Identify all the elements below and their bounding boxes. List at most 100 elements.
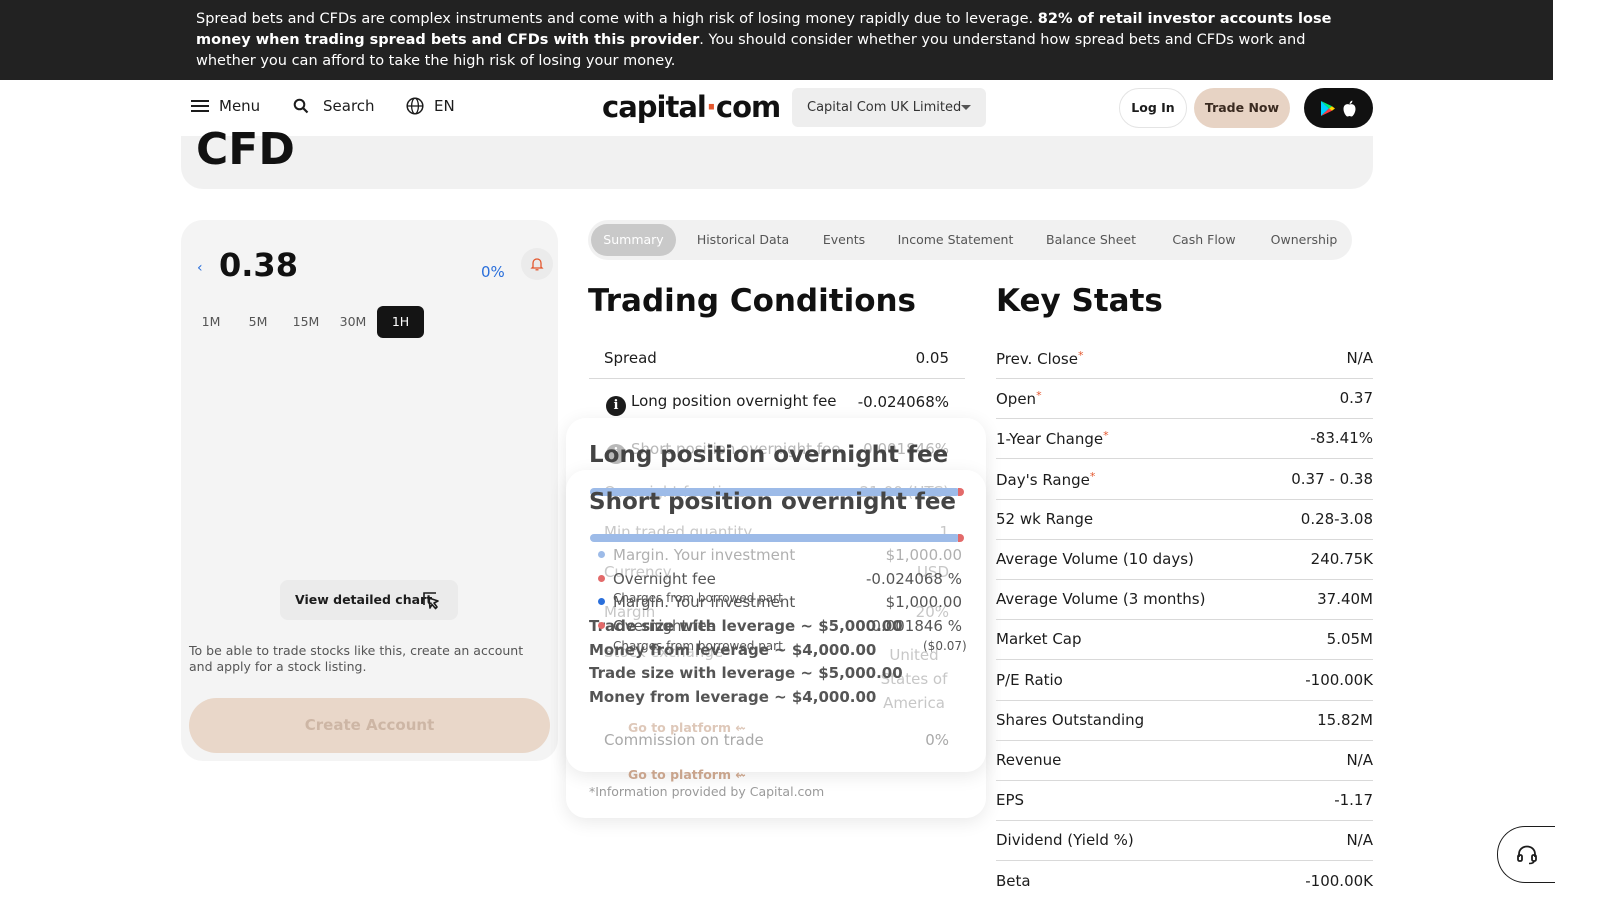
account-note: To be able to trade stocks like this, cr… [189, 643, 524, 674]
tc-row-spread: Spread 0.05 [589, 349, 965, 367]
menu-button[interactable]: Menu [191, 97, 260, 115]
short-popup-bar [590, 534, 964, 542]
tc-label: Spread [604, 349, 657, 367]
short-popup-goto-platform[interactable]: Go to platform ⇜ [628, 767, 746, 782]
globe-icon [406, 97, 424, 115]
divider [589, 378, 965, 379]
tc-value: 0% [925, 731, 949, 749]
cursor-click-icon [423, 592, 439, 610]
chevron-down-icon [961, 105, 971, 110]
logo-text-right: com [715, 90, 781, 124]
page-title: CFD [196, 124, 295, 175]
key-stat-row: 1-Year Change* -83.41% [996, 429, 1373, 448]
divider [996, 740, 1373, 741]
key-stat-value: 0.37 - 0.38 [1291, 470, 1373, 488]
price-alert-button[interactable] [521, 248, 553, 280]
short-popup-title: Short position overnight fee [589, 489, 957, 515]
price-chart-panel: ‹ 0.38 0% 1M 5M 15M 30M 1H View detailed… [181, 220, 558, 761]
short-popup-money-leverage: Money from leverage ~ $4,000.00 [589, 688, 877, 706]
tab-events[interactable]: Events [816, 224, 872, 256]
short-popup-margin-label: Margin. Your investment [613, 593, 796, 611]
key-stat-value: 240.75K [1310, 550, 1373, 568]
long-popup-margin-row: Margin. Your investment $1,000.00 [598, 546, 962, 564]
blue-dot-icon [598, 598, 605, 605]
create-account-button[interactable]: Create Account [189, 698, 550, 753]
key-stat-value: -83.41% [1310, 429, 1373, 447]
tab-cash-flow[interactable]: Cash Flow [1166, 224, 1242, 256]
key-stat-value: N/A [1346, 831, 1373, 849]
long-popup-goto-label: Go to platform [628, 720, 731, 735]
key-stat-label: Average Volume (3 months) [996, 590, 1206, 608]
entity-select[interactable]: Capital Com UK Limited [792, 88, 986, 127]
key-stat-value: 0.37 [1339, 389, 1373, 407]
trading-conditions-title: Trading Conditions [588, 283, 917, 319]
tab-ownership[interactable]: Ownership [1264, 224, 1344, 256]
asterisk-icon: * [1036, 389, 1042, 402]
asterisk-icon: * [1089, 470, 1096, 483]
price-change-percent: 0% [481, 263, 505, 281]
timeframe-5m[interactable]: 5M [242, 306, 274, 338]
google-play-icon [1321, 100, 1335, 116]
key-stat-label: Day's Range [996, 471, 1090, 489]
key-stat-row: Open* 0.37 [996, 389, 1373, 408]
key-stat-row: Revenue N/A [996, 751, 1373, 769]
login-button[interactable]: Log In [1119, 88, 1187, 128]
asterisk-icon: * [1103, 429, 1109, 442]
timeframe-1m[interactable]: 1M [195, 306, 227, 338]
key-stat-value: 15.82M [1317, 711, 1373, 729]
headset-icon [1516, 845, 1537, 864]
key-stat-value: 37.40M [1317, 590, 1373, 608]
risk-warning-banner: Spread bets and CFDs are complex instrum… [0, 0, 1553, 80]
tc-row-long-fee[interactable]: i Long position overnight fee -0.024068% [589, 392, 965, 416]
key-stat-value: 5.05M [1326, 630, 1373, 648]
short-popup-sub-value: ($0.07) [923, 639, 967, 653]
key-stat-value: N/A [1346, 349, 1373, 367]
short-popup-sub-label: Charges from borrowed part [613, 639, 783, 653]
key-stat-label: Prev. Close [996, 350, 1078, 368]
long-popup-margin-label: Margin. Your investment [613, 546, 796, 564]
trade-now-button[interactable]: Trade Now [1194, 88, 1290, 128]
long-popup-goto-platform[interactable]: Go to platform ⇜ [628, 720, 746, 735]
menu-icon [191, 97, 209, 115]
logo-dot: · [705, 90, 717, 124]
blue-dot-icon [598, 551, 605, 558]
key-stat-label: Shares Outstanding [996, 711, 1145, 729]
key-stat-label: Revenue [996, 751, 1062, 769]
timeframe-15m[interactable]: 15M [289, 306, 323, 338]
tab-income-statement[interactable]: Income Statement [893, 224, 1018, 256]
bell-icon [530, 258, 544, 271]
tab-balance-sheet[interactable]: Balance Sheet [1040, 224, 1142, 256]
language-selector[interactable]: EN [406, 97, 455, 115]
view-detailed-chart-button[interactable]: View detailed chart [280, 580, 458, 620]
key-stat-row: Dividend (Yield %) N/A [996, 831, 1373, 849]
short-popup-margin-row: Margin. Your investment $1,000.00 [598, 593, 962, 611]
key-stat-row: Day's Range* 0.37 - 0.38 [996, 470, 1373, 489]
red-dot-icon [598, 622, 605, 629]
app-download-button[interactable] [1304, 88, 1373, 128]
divider [996, 820, 1373, 821]
price-direction-icon: ‹ [197, 260, 203, 276]
capital-com-logo[interactable]: capital·com [602, 90, 781, 124]
key-stat-label: P/E Ratio [996, 671, 1063, 689]
apple-icon [1343, 100, 1356, 116]
divider [996, 659, 1373, 660]
long-popup-title: Long position overnight fee [589, 442, 949, 468]
key-stat-label: Average Volume (10 days) [996, 550, 1194, 568]
current-price: 0.38 [219, 246, 298, 284]
arrow-left-icon: ⇜ [735, 767, 746, 782]
entity-select-value: Capital Com UK Limited [807, 100, 962, 115]
key-stat-row: Shares Outstanding 15.82M [996, 711, 1373, 729]
long-popup-fee-value: -0.024068 % [865, 570, 962, 588]
tab-historical-data[interactable]: Historical Data [692, 224, 794, 256]
key-stat-label: Beta [996, 872, 1031, 890]
info-footnote: *Information provided by Capital.com [589, 784, 825, 799]
timeframe-30m[interactable]: 30M [336, 306, 370, 338]
key-stat-row: Market Cap 5.05M [996, 630, 1373, 648]
key-stat-row: P/E Ratio -100.00K [996, 671, 1373, 689]
timeframe-1h[interactable]: 1H [377, 306, 424, 338]
search-button[interactable]: Search [293, 97, 375, 115]
search-label: Search [323, 97, 375, 115]
info-icon[interactable]: i [606, 396, 626, 416]
support-chat-button[interactable] [1497, 826, 1555, 883]
tab-summary[interactable]: Summary [591, 224, 676, 256]
